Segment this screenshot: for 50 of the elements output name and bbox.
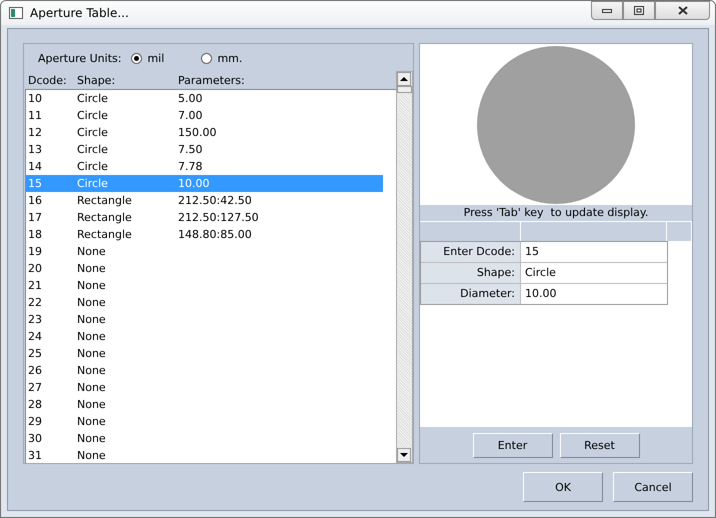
ok-button[interactable]: OK [523, 472, 603, 502]
field-label: Diameter: [421, 284, 521, 304]
field-label: Enter Dcode: [421, 242, 521, 262]
field-label: Shape: [421, 263, 521, 283]
scroll-up-icon[interactable] [397, 72, 411, 86]
input-field[interactable]: Circle [521, 263, 667, 283]
aperture-row[interactable]: 23 None [26, 311, 383, 328]
input-field[interactable]: 10.00 [521, 284, 667, 304]
units-label: Aperture Units: [38, 52, 122, 64]
aperture-row[interactable]: 31 None [26, 447, 383, 463]
scroll-down-icon[interactable] [397, 448, 411, 462]
aperture-row[interactable]: 13 Circle 7.50 [26, 141, 383, 158]
aperture-row[interactable]: 29 None [26, 413, 383, 430]
aperture-row[interactable]: 30 None [26, 430, 383, 447]
column-header: Shape: [77, 74, 116, 87]
maximize-icon [634, 6, 644, 15]
aperture-row[interactable]: 20 None [26, 260, 383, 277]
input-field[interactable]: 15 [521, 242, 667, 262]
app-icon [9, 7, 23, 19]
aperture-row[interactable]: 10 Circle 5.00 [26, 90, 383, 107]
aperture-row[interactable]: 19 None [26, 243, 383, 260]
cancel-button[interactable]: Cancel [613, 472, 693, 502]
scrollbar[interactable] [396, 71, 413, 463]
aperture-row[interactable]: 14 Circle 7.78 [26, 158, 383, 175]
aperture-row[interactable]: 22 None [26, 294, 383, 311]
column-header: Parameters: [178, 74, 246, 87]
close-icon [678, 6, 688, 15]
enter-button[interactable]: Enter [472, 432, 552, 458]
scroll-thumb[interactable] [397, 86, 412, 93]
aperture-row[interactable]: 21 None [26, 277, 383, 294]
maximize-button[interactable] [623, 1, 655, 20]
aperture-row[interactable]: 25 None [26, 345, 383, 362]
aperture-row[interactable]: 16 Rectangle 212.50:42.50 [26, 192, 383, 209]
column-header: Dcode: [27, 74, 68, 87]
window-title: Aperture Table... [30, 6, 129, 20]
aperture-row[interactable]: 18 Rectangle 148.80:85.00 [26, 226, 383, 243]
unit-radio[interactable]: mm. [201, 52, 262, 64]
minimize-icon [602, 8, 612, 12]
unit-radio[interactable]: mil [131, 52, 192, 64]
reset-button[interactable]: Reset [560, 432, 640, 458]
aperture-row[interactable]: 24 None [26, 328, 383, 345]
aperture-row[interactable]: 27 None [26, 379, 383, 396]
aperture-row[interactable]: 11 Circle 7.00 [26, 107, 383, 124]
hint-text: Press 'Tab' key to update display. [420, 205, 692, 221]
minimize-button[interactable] [591, 1, 623, 20]
aperture-row[interactable]: 12 Circle 150.00 [26, 124, 383, 141]
aperture-row[interactable]: 17 Rectangle 212.50:127.50 [26, 209, 383, 226]
aperture-row[interactable]: 28 None [26, 396, 383, 413]
aperture-row[interactable]: 26 None [26, 362, 383, 379]
close-button[interactable] [655, 1, 710, 20]
